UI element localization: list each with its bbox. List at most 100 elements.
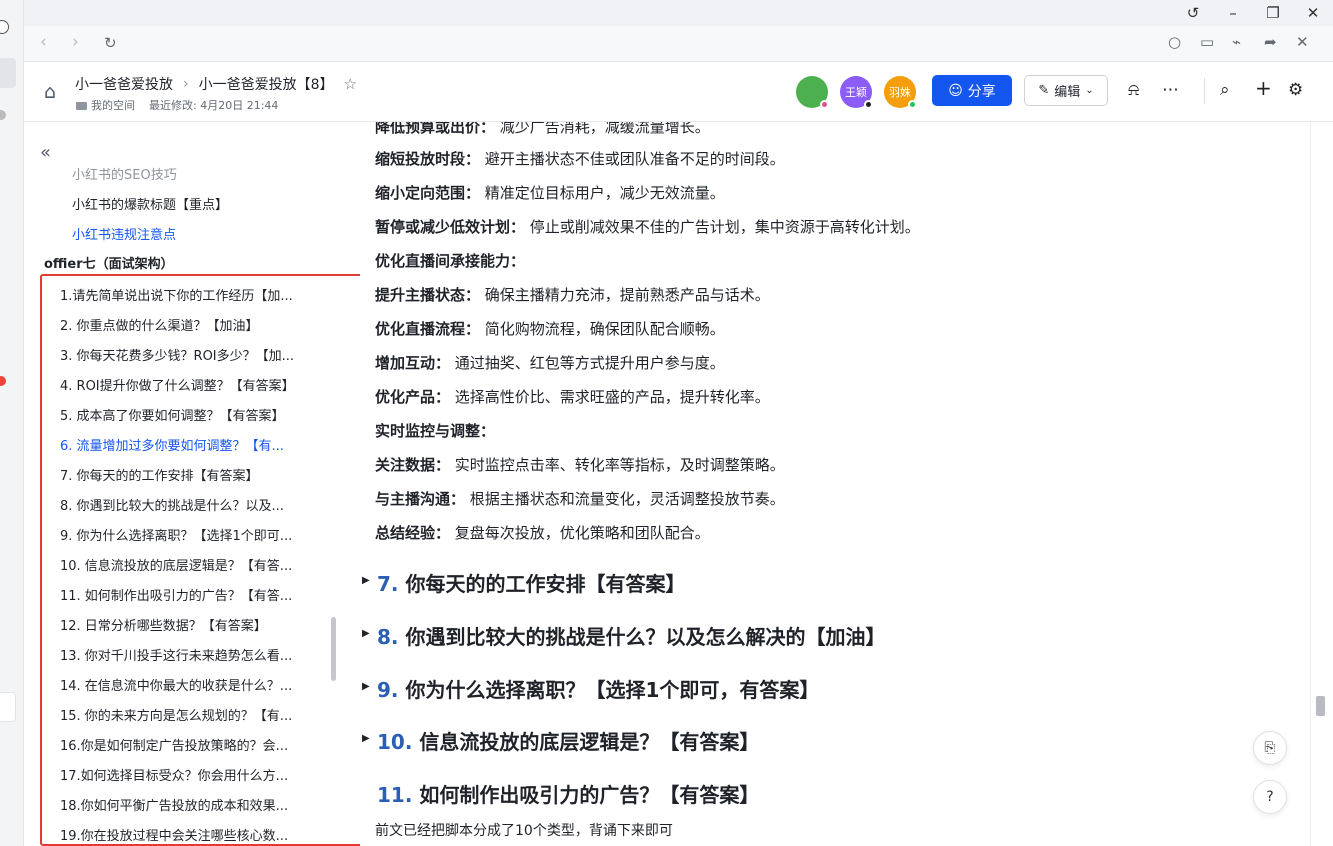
maximize-icon[interactable]: ❐ <box>1253 0 1293 26</box>
browser-navbar: ‹ › ↻ ○ ▭ ⌁ ➦ ✕ <box>24 26 1333 62</box>
link-icon[interactable]: ⌁ <box>1232 33 1241 51</box>
doc-header: ⌂ 小一爸爸爱投放 › 小一爸爸爱投放【8】 ☆ 我的空间 最近修改: 4月20… <box>24 62 1333 122</box>
section-heading: 7. 你每天的的工作安排【有答案】 <box>377 572 686 596</box>
layout-icon[interactable]: ▭ <box>1200 33 1214 51</box>
toc-item[interactable]: 2. 你重点做的什么渠道？【加油】 <box>60 315 322 334</box>
avatar[interactable]: 王颖 <box>840 76 873 109</box>
toc-item[interactable]: 7. 你每天的的工作安排【有答案】 <box>60 465 322 484</box>
modified-time: 最近修改: 4月20日 21:44 <box>149 99 279 112</box>
more-icon[interactable]: ⋯ <box>1162 80 1179 100</box>
toc-item[interactable]: 18.你如何平衡广告投放的成本和效果... <box>60 795 322 814</box>
breadcrumb-parent[interactable]: 小一爸爸爱投放 <box>75 74 173 94</box>
content-line: 增加互动： 通过抽奖、红包等方式提升用户参与度。 <box>375 354 725 372</box>
scroll-thumb[interactable] <box>1316 696 1325 716</box>
toc-item[interactable]: 11. 如何制作出吸引力的广告？【有答... <box>60 585 322 604</box>
content-line: 暂停或减少低效计划： 停止或削减效果不佳的广告计划，集中资源于高转化计划。 <box>375 218 920 236</box>
toc-item[interactable]: 3. 你每天花费多少钱？ROI多少？【加... <box>60 345 322 364</box>
bell-icon[interactable]: ⍾ <box>1128 80 1139 100</box>
status-dot <box>908 100 917 109</box>
content-line: 降低预算或出价： 减少广告消耗，减缓流量增长。 <box>375 122 710 136</box>
outer-badge-gray <box>0 110 6 120</box>
toc-item[interactable]: 4. ROI提升你做了什么调整？【有答案】 <box>60 375 322 394</box>
toc-item[interactable]: 1.请先简单说出说下你的工作经历【加... <box>60 285 322 304</box>
add-icon[interactable] <box>0 20 9 34</box>
collapse-triangle-icon[interactable]: ▶ <box>362 733 370 744</box>
toc-item[interactable]: 10. 信息流投放的底层逻辑是？【有答... <box>60 555 322 574</box>
outer-nav-item[interactable] <box>0 58 16 88</box>
toc-item[interactable]: 9. 你为什么选择离职？【选择1个即可... <box>60 525 322 544</box>
share-button[interactable]: ☺ 分享 <box>932 75 1012 106</box>
content-line: 优化直播流程： 简化购物流程，确保团队配合顺畅。 <box>375 320 725 338</box>
content-line: 缩小定向范围： 精准定位目标用户，减少无效流量。 <box>375 184 725 202</box>
forward-share-icon[interactable]: ➦ <box>1264 33 1277 51</box>
comment-icon[interactable]: ○ <box>1168 33 1181 51</box>
page-title[interactable]: 小一爸爸爱投放【8】 <box>199 74 334 94</box>
sidebar-item[interactable]: 小红书的SEO技巧 <box>72 164 177 183</box>
toc-item[interactable]: 12. 日常分析哪些数据？【有答案】 <box>60 615 322 634</box>
home-icon[interactable]: ⌂ <box>44 81 56 103</box>
close-window-icon[interactable]: ✕ <box>1293 0 1333 26</box>
content-line: 优化产品： 选择高性价比、需求旺盛的产品，提升转化率。 <box>375 388 770 406</box>
star-icon[interactable]: ☆ <box>344 75 357 93</box>
content-line: 与主播沟通： 根据主播状态和流量变化，灵活调整投放节奏。 <box>375 490 785 508</box>
collapse-triangle-icon[interactable]: ▶ <box>362 681 370 692</box>
refresh-icon[interactable]: ↻ <box>104 34 117 52</box>
close-tab-icon[interactable]: ✕ <box>1296 33 1309 51</box>
window-controls: ↺ – ❐ ✕ <box>1173 0 1333 26</box>
sidebar: « 小红书的SEO技巧 小红书的爆款标题【重点】 小红书违规注意点 offier… <box>24 122 360 846</box>
content-line: 总结经验： 复盘每次投放，优化策略和团队配合。 <box>375 524 710 542</box>
breadcrumb: 小一爸爸爱投放 › 小一爸爸爱投放【8】 ☆ <box>75 74 357 94</box>
content-line: 缩短投放时段： 避开主播状态不佳或团队准备不足的时间段。 <box>375 150 785 168</box>
sidebar-group-title[interactable]: offier七（面试架构） <box>44 253 174 272</box>
toc-item[interactable]: 16.你是如何制定广告投放策略的？会... <box>60 735 322 754</box>
gear-icon[interactable]: ⚙ <box>1288 80 1303 100</box>
section-heading: 9. 你为什么选择离职？【选择1个即可，有答案】 <box>377 678 820 702</box>
sidebar-scrollbar[interactable] <box>331 617 336 681</box>
back-icon[interactable]: ‹ <box>40 32 47 52</box>
content-line: 实时监控与调整： <box>375 422 496 440</box>
collapse-triangle-icon[interactable]: ▶ <box>362 575 370 586</box>
toc-item[interactable]: 8. 你遇到比较大的挑战是什么？以及... <box>60 495 322 514</box>
toc-item[interactable]: 13. 你对千川投手这行未来趋势怎么看... <box>60 645 322 664</box>
avatar[interactable] <box>796 76 829 109</box>
toc-list: 1.请先简单说出说下你的工作经历【加... 2. 你重点做的什么渠道？【加油】 … <box>40 274 360 846</box>
toc-item[interactable]: 19.你在投放过程中会关注哪些核心数... <box>60 825 322 844</box>
outer-badge-red <box>0 376 6 386</box>
toc-item[interactable]: 6. 流量增加过多你要如何调整？【有... <box>60 435 322 454</box>
content-line: 前文已经把脚本分成了10个类型，背诵下来即可 <box>375 823 673 839</box>
app-window: ↺ – ❐ ✕ ‹ › ↻ ○ ▭ ⌁ ➦ ✕ ⌂ 小一爸爸爱投放 › 小一爸爸… <box>0 0 1333 846</box>
copy-doc-icon[interactable]: ⎘ <box>1253 731 1287 765</box>
section-heading: 8. 你遇到比较大的挑战是什么？以及怎么解决的【加油】 <box>377 625 886 649</box>
divider <box>1204 78 1205 104</box>
toc-item[interactable]: 17.如何选择目标受众？你会用什么方... <box>60 765 322 784</box>
minimize-icon[interactable]: – <box>1213 0 1253 26</box>
outer-nav-item[interactable] <box>0 692 16 722</box>
chevron-right-icon: › <box>183 76 189 92</box>
doc-meta: 我的空间 最近修改: 4月20日 21:44 <box>76 97 278 113</box>
space-label[interactable]: 我的空间 <box>76 97 135 113</box>
plus-icon[interactable]: + <box>1255 76 1272 100</box>
content-line: 关注数据： 实时监控点击率、转化率等指标，及时调整策略。 <box>375 456 785 474</box>
content-line: 优化直播间承接能力： <box>375 252 526 270</box>
edit-button[interactable]: ✎ 编辑 ⌄ <box>1024 75 1108 106</box>
main-scrollbar <box>1310 122 1333 846</box>
collapse-triangle-icon[interactable]: ▶ <box>362 628 370 639</box>
document-body: 降低预算或出价： 减少广告消耗，减缓流量增长。 缩短投放时段： 避开主播状态不佳… <box>360 122 1310 846</box>
sidebar-item[interactable]: 小红书的爆款标题【重点】 <box>72 194 228 213</box>
section-heading: 10. 信息流投放的底层逻辑是？【有答案】 <box>377 730 760 754</box>
pencil-icon: ✎ <box>1038 83 1050 98</box>
toc-item[interactable]: 15. 你的未来方向是怎么规划的？【有... <box>60 705 322 724</box>
help-icon[interactable]: ? <box>1253 780 1287 814</box>
avatar[interactable]: 羽姝 <box>884 76 917 109</box>
search-icon[interactable]: ⌕ <box>1220 80 1230 100</box>
history-icon[interactable]: ↺ <box>1173 0 1213 26</box>
status-dot <box>820 100 829 109</box>
toc-item[interactable]: 5. 成本高了你要如何调整？【有答案】 <box>60 405 322 424</box>
sidebar-item[interactable]: 小红书违规注意点 <box>72 224 176 243</box>
users-icon: ☺ <box>948 82 963 99</box>
folder-icon <box>76 102 87 110</box>
collapse-sidebar-icon[interactable]: « <box>40 142 51 163</box>
toc-item[interactable]: 14. 在信息流中你最大的收获是什么？... <box>60 675 322 694</box>
section-heading: 11. 如何制作出吸引力的广告？【有答案】 <box>377 783 760 807</box>
forward-icon[interactable]: › <box>72 32 79 52</box>
